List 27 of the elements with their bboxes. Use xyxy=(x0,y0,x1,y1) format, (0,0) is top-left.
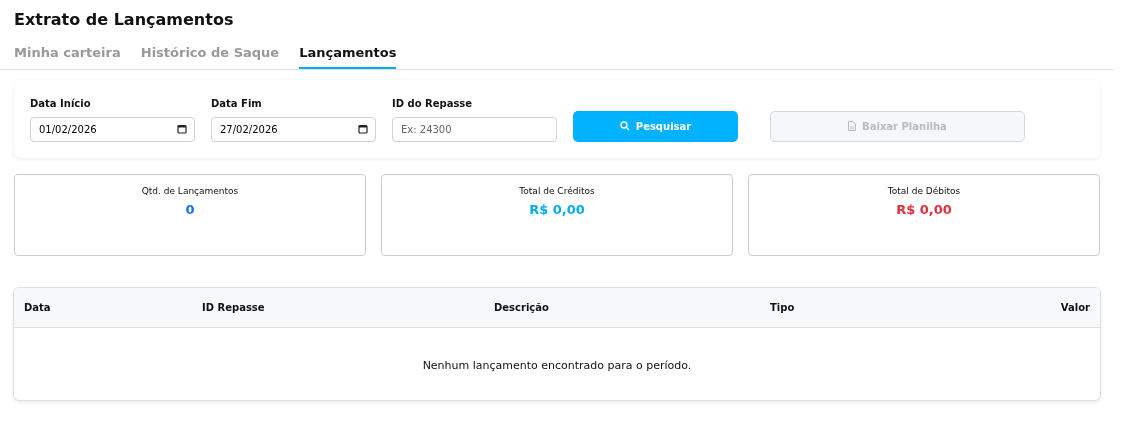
empty-message: Nenhum lançamento encontrado para o período. xyxy=(14,327,1100,401)
stat-value: R$ 0,00 xyxy=(528,201,586,220)
calendar-icon[interactable] xyxy=(358,124,368,135)
page-title: Extrato de Lançamentos xyxy=(14,10,235,30)
tab[interactable]: Lançamentos xyxy=(299,43,397,69)
column-header: Descrição xyxy=(484,287,760,328)
date-field[interactable]: 27/02/2026 xyxy=(211,116,376,142)
field-label: ID do Repasse xyxy=(392,96,474,111)
field-label: Data Fim xyxy=(211,96,263,111)
search-button[interactable]: Pesquisar xyxy=(573,110,738,142)
field-label: Data Início xyxy=(30,96,92,111)
file-icon xyxy=(848,121,857,132)
column-header: Tipo xyxy=(760,287,922,328)
stat-label: Total de Créditos xyxy=(518,184,596,198)
date-field[interactable]: 01/02/2026 xyxy=(30,116,195,142)
tab[interactable]: Histórico de Saque xyxy=(140,43,280,69)
tab[interactable]: Minha carteira xyxy=(14,43,121,69)
text-field[interactable]: Ex: 24300 xyxy=(392,116,557,142)
calendar-icon[interactable] xyxy=(177,124,187,135)
column-header: Data xyxy=(14,287,192,328)
stat-label: Qtd. de Lançamentos xyxy=(140,184,240,198)
stat-value: 0 xyxy=(184,201,196,220)
stat-label: Total de Débitos xyxy=(886,184,962,198)
column-header: Valor xyxy=(921,287,1100,328)
column-header: ID Repasse xyxy=(192,287,484,328)
search-icon xyxy=(619,121,630,132)
stat-value: R$ 0,00 xyxy=(895,201,953,220)
